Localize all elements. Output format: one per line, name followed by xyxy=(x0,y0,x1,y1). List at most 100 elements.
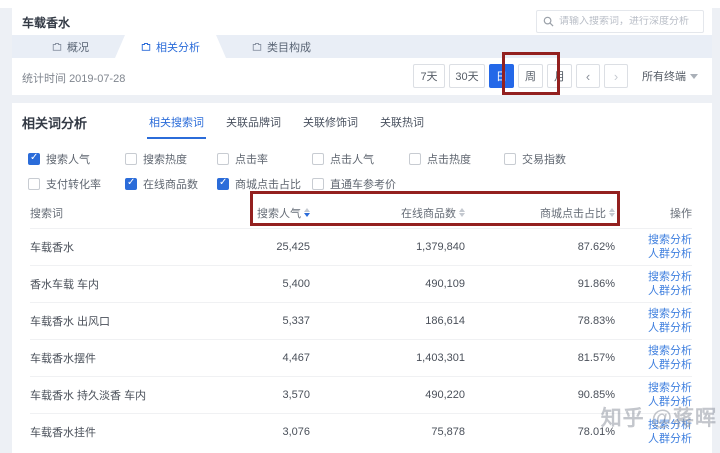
search-popularity-cell: 3,570 xyxy=(282,389,310,401)
checkbox-checked[interactable] xyxy=(217,177,229,190)
search-popularity-cell: 5,337 xyxy=(282,315,310,327)
metric-label: 点击人气 xyxy=(330,154,374,166)
checkbox[interactable] xyxy=(312,178,324,190)
metric-label: 搜索热度 xyxy=(143,154,187,166)
table-row: 车载香水 25,425 1,379,840 87.62% 搜索分析 人群分析 xyxy=(30,228,692,265)
online-products-cell: 186,614 xyxy=(425,315,465,327)
keyword-cell: 车载香水挂件 xyxy=(30,427,96,439)
col-label: 在线商品数 xyxy=(401,207,456,220)
word-tab-hot[interactable]: 关联热词 xyxy=(380,114,424,139)
word-tab-modifier[interactable]: 关联修饰词 xyxy=(303,114,358,139)
checkbox[interactable] xyxy=(409,153,421,165)
mall-click-ratio-cell: 78.83% xyxy=(577,315,615,327)
metric-payment-conversion[interactable]: 支付转化率 xyxy=(28,176,125,192)
tab-overview[interactable]: 概况 xyxy=(26,35,115,58)
metric-label: 搜索人气 xyxy=(46,154,90,166)
col-online-products-sort[interactable]: 在线商品数 xyxy=(310,205,465,221)
tab-label: 相关分析 xyxy=(156,41,200,54)
date-range-group: 7天 30天 日 周 月 ‹ › 所有终端 xyxy=(413,64,698,88)
checkbox[interactable] xyxy=(28,178,40,190)
mall-click-ratio-cell: 78.01% xyxy=(577,426,615,438)
range-week-button[interactable]: 周 xyxy=(518,64,543,88)
related-words-card: 相关词分析 相关搜索词 关联品牌词 关联修饰词 关联热词 搜索人气 搜索热度 xyxy=(12,103,712,453)
crowd-analysis-link[interactable]: 人群分析 xyxy=(648,247,692,261)
search-analysis-link[interactable]: 搜索分析 xyxy=(648,307,692,321)
word-tab-brand[interactable]: 关联品牌词 xyxy=(226,114,281,139)
search-analysis-link[interactable]: 搜索分析 xyxy=(648,344,692,358)
search-analysis-link[interactable]: 搜索分析 xyxy=(648,418,692,432)
metric-transaction-index[interactable]: 交易指数 xyxy=(504,151,688,167)
stats-row: 统计时间 2019-07-28 7天 30天 日 周 月 ‹ › 所有终端 xyxy=(12,58,712,95)
keyword-cell: 车载香水摆件 xyxy=(30,353,96,365)
col-actions: 操作 xyxy=(670,207,692,220)
col-label: 商城点击占比 xyxy=(540,207,606,220)
prev-date-button[interactable]: ‹ xyxy=(576,64,600,88)
search-popularity-cell: 5,400 xyxy=(282,278,310,290)
mall-click-ratio-cell: 90.85% xyxy=(577,389,615,401)
online-products-cell: 490,109 xyxy=(425,278,465,290)
keywords-table: 搜索词 搜索人气 在线商品数 商城点击占比 操作 车载香水 25,425 1,3… xyxy=(30,197,692,450)
range-30d-button[interactable]: 30天 xyxy=(449,64,485,88)
title-bar: 车载香水 xyxy=(12,8,712,35)
metric-search-popularity[interactable]: 搜索人气 xyxy=(28,151,125,167)
keyword-cell: 香水车载 车内 xyxy=(30,279,100,291)
metric-click-rate[interactable]: 点击率 xyxy=(217,151,312,167)
briefcase-icon xyxy=(52,42,62,51)
crowd-analysis-link[interactable]: 人群分析 xyxy=(648,395,692,409)
metric-label: 直通车参考价 xyxy=(330,179,396,191)
search-analysis-link[interactable]: 搜索分析 xyxy=(648,270,692,284)
col-search-popularity-sort[interactable]: 搜索人气 xyxy=(230,205,310,221)
metric-label: 点击率 xyxy=(235,154,268,166)
metric-click-heat[interactable]: 点击热度 xyxy=(409,151,504,167)
briefcase-icon xyxy=(141,42,151,52)
analytics-dashboard: 车载香水 概况 相关分析 类目构成 xyxy=(0,0,720,453)
online-products-cell: 75,878 xyxy=(431,426,465,438)
checkbox[interactable] xyxy=(312,153,324,165)
terminal-label: 所有终端 xyxy=(642,71,686,83)
checkbox-checked[interactable] xyxy=(125,177,137,190)
stats-date: 2019-07-28 xyxy=(69,73,126,85)
table-row: 车载香水挂件 3,076 75,878 78.01% 搜索分析 人群分析 xyxy=(30,413,692,450)
search-popularity-cell: 25,425 xyxy=(276,241,310,253)
checkbox[interactable] xyxy=(125,153,137,165)
section-title: 相关词分析 xyxy=(22,116,88,131)
metric-click-popularity[interactable]: 点击人气 xyxy=(312,151,409,167)
checkbox[interactable] xyxy=(504,153,516,165)
col-keyword: 搜索词 xyxy=(30,207,63,220)
crowd-analysis-link[interactable]: 人群分析 xyxy=(648,432,692,446)
search-popularity-cell: 4,467 xyxy=(282,352,310,364)
checkbox-checked[interactable] xyxy=(28,152,40,165)
keyword-cell: 车载香水 xyxy=(30,242,74,254)
crowd-analysis-link[interactable]: 人群分析 xyxy=(648,321,692,335)
metric-ztc-reference-price[interactable]: 直通车参考价 xyxy=(312,176,409,192)
terminal-dropdown[interactable]: 所有终端 xyxy=(642,68,698,84)
crowd-analysis-link[interactable]: 人群分析 xyxy=(648,358,692,372)
tab-category-composition[interactable]: 类目构成 xyxy=(226,35,337,58)
metric-checkbox-panel: 搜索人气 搜索热度 点击率 点击人气 点击热度 xyxy=(28,151,688,201)
metric-search-heat[interactable]: 搜索热度 xyxy=(125,151,217,167)
col-mall-click-ratio-sort[interactable]: 商城点击占比 xyxy=(465,205,615,221)
word-tab-related-search[interactable]: 相关搜索词 xyxy=(147,114,207,139)
online-products-cell: 1,403,301 xyxy=(416,352,465,364)
checkbox[interactable] xyxy=(217,153,229,165)
section-head: 相关词分析 相关搜索词 关联品牌词 关联修饰词 关联热词 xyxy=(22,113,424,139)
mall-click-ratio-cell: 81.57% xyxy=(577,352,615,364)
online-products-cell: 1,379,840 xyxy=(416,241,465,253)
crowd-analysis-link[interactable]: 人群分析 xyxy=(648,284,692,298)
metric-label: 交易指数 xyxy=(522,154,566,166)
briefcase-icon xyxy=(252,42,262,51)
range-day-button[interactable]: 日 xyxy=(489,64,514,88)
table-row: 车载香水摆件 4,467 1,403,301 81.57% 搜索分析 人群分析 xyxy=(30,339,692,376)
tab-related-analysis[interactable]: 相关分析 xyxy=(115,35,226,58)
search-box[interactable] xyxy=(536,10,704,33)
col-label: 搜索人气 xyxy=(257,207,301,220)
metric-mall-click-ratio[interactable]: 商城点击占比 xyxy=(217,176,312,192)
mall-click-ratio-cell: 91.86% xyxy=(577,278,615,290)
next-date-button[interactable]: › xyxy=(604,64,628,88)
metric-online-products[interactable]: 在线商品数 xyxy=(125,176,217,192)
search-input[interactable] xyxy=(559,16,697,27)
range-month-button[interactable]: 月 xyxy=(547,64,572,88)
range-7d-button[interactable]: 7天 xyxy=(413,64,445,88)
search-analysis-link[interactable]: 搜索分析 xyxy=(648,381,692,395)
search-analysis-link[interactable]: 搜索分析 xyxy=(648,233,692,247)
